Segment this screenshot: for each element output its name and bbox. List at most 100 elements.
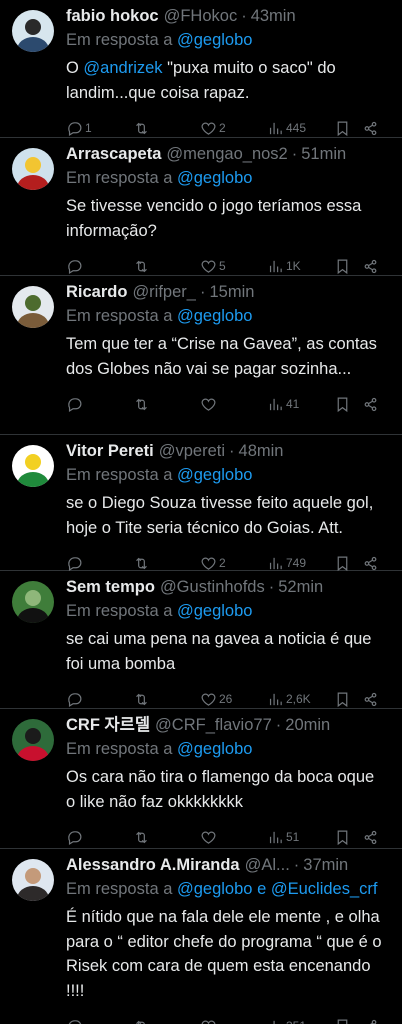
mention-link[interactable]: @geglobo xyxy=(177,307,252,325)
avatar[interactable] xyxy=(12,581,54,623)
author-name[interactable]: CRF 자르델 xyxy=(66,713,150,737)
mention-link[interactable]: @geglobo xyxy=(177,602,252,620)
timestamp[interactable]: 48min xyxy=(239,439,284,463)
heart-icon xyxy=(200,829,217,846)
author-handle[interactable]: @rifper_ xyxy=(132,280,196,304)
views-count: 2,6K xyxy=(286,691,311,706)
share-button[interactable] xyxy=(362,823,390,851)
mention-link[interactable]: @geglobo xyxy=(177,880,252,898)
avatar[interactable] xyxy=(12,445,54,487)
views-button[interactable]: 51 xyxy=(267,823,334,851)
heart-icon xyxy=(200,120,217,137)
tweet[interactable]: Ricardo @rifper_ · 15min Em resposta a @… xyxy=(0,276,402,435)
mention-link[interactable]: @geglobo xyxy=(177,466,252,484)
avatar-image xyxy=(12,148,54,190)
reply-button[interactable] xyxy=(66,1012,133,1024)
avatar[interactable] xyxy=(12,10,54,52)
retweet-icon xyxy=(133,829,150,846)
author-name[interactable]: Alessandro A.Miranda xyxy=(66,853,240,877)
avatar-image xyxy=(12,286,54,328)
reply-prefix: Em resposta a xyxy=(66,880,173,898)
views-count: 51 xyxy=(286,829,300,844)
author-name[interactable]: fabio hokoc xyxy=(66,4,159,28)
timestamp[interactable]: 51min xyxy=(301,142,346,166)
reply-button[interactable] xyxy=(66,823,133,851)
like-button[interactable] xyxy=(200,390,267,418)
avatar[interactable] xyxy=(12,148,54,190)
author-name[interactable]: Sem tempo xyxy=(66,575,155,599)
separator-dot: · xyxy=(268,578,275,596)
retweet-icon xyxy=(133,691,150,708)
reply-icon xyxy=(66,120,83,137)
reply-prefix: Em resposta a xyxy=(66,740,173,758)
like-button[interactable] xyxy=(200,823,267,851)
timestamp[interactable]: 52min xyxy=(278,575,323,599)
retweet-icon xyxy=(133,555,150,572)
author-handle[interactable]: @FHokoc xyxy=(164,4,238,28)
separator-dot: · xyxy=(199,283,206,301)
avatar-image xyxy=(12,445,54,487)
tweet[interactable]: fabio hokoc @FHokoc · 43min Em resposta … xyxy=(0,0,402,138)
reply-join: e xyxy=(257,880,267,898)
reply-icon xyxy=(66,691,83,708)
action-bar: 351 xyxy=(66,1006,390,1024)
retweet-button[interactable] xyxy=(133,390,200,418)
reply-feed: fabio hokoc @FHokoc · 43min Em resposta … xyxy=(0,0,402,1024)
reply-context: Em resposta a @geglobo xyxy=(66,463,390,487)
bookmark-icon xyxy=(334,1018,351,1024)
retweet-button[interactable] xyxy=(133,1012,200,1024)
mention-link[interactable]: @geglobo xyxy=(177,740,252,758)
author-name[interactable]: Vitor Pereti xyxy=(66,439,154,463)
retweet-icon xyxy=(133,1018,150,1024)
share-icon xyxy=(362,120,379,137)
bookmark-button[interactable] xyxy=(334,1012,362,1024)
tweet-text: O @andrizek "puxa muito o saco" do landi… xyxy=(66,56,390,105)
tweet[interactable]: Alessandro A.Miranda @Al... · 37min Em r… xyxy=(0,849,402,1024)
views-icon xyxy=(267,1018,284,1024)
timestamp[interactable]: 15min xyxy=(209,280,254,304)
avatar-image xyxy=(12,581,54,623)
reply-prefix: Em resposta a xyxy=(66,466,173,484)
author-name[interactable]: Arrascapeta xyxy=(66,142,161,166)
views-button[interactable]: 41 xyxy=(267,390,334,418)
reply-context: Em resposta a @geglobo xyxy=(66,28,390,52)
share-button[interactable] xyxy=(362,390,390,418)
views-icon xyxy=(267,691,284,708)
reply-button[interactable] xyxy=(66,390,133,418)
views-icon xyxy=(267,120,284,137)
bookmark-button[interactable] xyxy=(334,823,362,851)
author-handle[interactable]: @vpereti xyxy=(159,439,225,463)
timestamp[interactable]: 20min xyxy=(285,713,330,737)
mention-link[interactable]: @geglobo xyxy=(177,31,252,49)
like-button[interactable] xyxy=(200,1012,267,1024)
author-handle[interactable]: @Al... xyxy=(245,853,290,877)
like-count: 5 xyxy=(219,258,226,273)
author-handle[interactable]: @Gustinhofds xyxy=(160,575,265,599)
mention-link[interactable]: @Euclides_crf xyxy=(271,880,378,898)
avatar[interactable] xyxy=(12,859,54,901)
author-handle[interactable]: @CRF_flavio77 xyxy=(155,713,272,737)
tweet[interactable]: Arrascapeta @mengao_nos2 · 51min Em resp… xyxy=(0,138,402,276)
views-button[interactable]: 351 xyxy=(267,1012,334,1024)
mention-link[interactable]: @andrizek xyxy=(83,59,162,77)
reply-icon xyxy=(66,555,83,572)
timestamp[interactable]: 43min xyxy=(251,4,296,28)
heart-icon xyxy=(200,691,217,708)
share-icon xyxy=(362,1018,379,1024)
bookmark-button[interactable] xyxy=(334,390,362,418)
retweet-button[interactable] xyxy=(133,823,200,851)
tweet[interactable]: CRF 자르델 @CRF_flavio77 · 20min Em respost… xyxy=(0,709,402,849)
avatar[interactable] xyxy=(12,719,54,761)
reply-icon xyxy=(66,829,83,846)
author-handle[interactable]: @mengao_nos2 xyxy=(166,142,287,166)
share-button[interactable] xyxy=(362,1012,390,1024)
timestamp[interactable]: 37min xyxy=(303,853,348,877)
share-icon xyxy=(362,555,379,572)
avatar[interactable] xyxy=(12,286,54,328)
author-name[interactable]: Ricardo xyxy=(66,280,127,304)
tweet[interactable]: Sem tempo @Gustinhofds · 52min Em respos… xyxy=(0,571,402,709)
mention-link[interactable]: @geglobo xyxy=(177,169,252,187)
reply-prefix: Em resposta a xyxy=(66,602,173,620)
tweet-text: Os cara não tira o flamengo da boca oque… xyxy=(66,768,375,811)
tweet[interactable]: Vitor Pereti @vpereti · 48min Em respost… xyxy=(0,435,402,571)
